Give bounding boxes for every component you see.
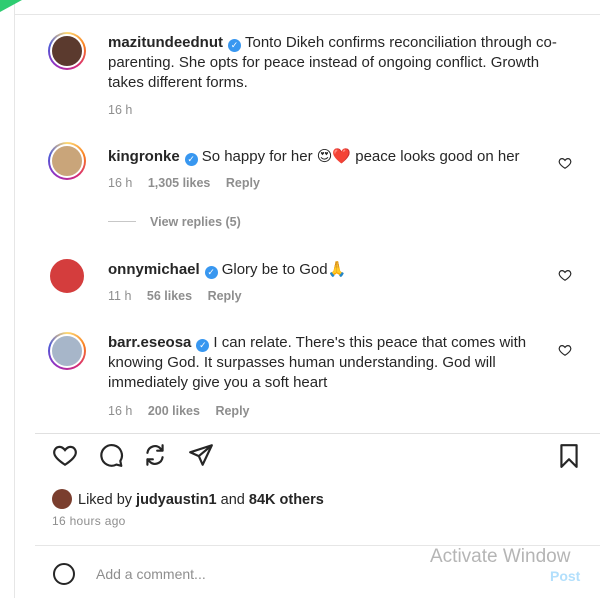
avatar[interactable]	[48, 142, 86, 180]
avatar[interactable]	[48, 257, 86, 295]
emoji-icon[interactable]	[52, 562, 76, 586]
likes-others[interactable]: 84K others	[249, 492, 324, 508]
username[interactable]: mazitundeednut	[108, 34, 223, 51]
comment-likes[interactable]: 200 likes	[148, 404, 200, 418]
panel-top-edge	[14, 0, 600, 15]
comment-meta: 16 h 200 likes Reply	[108, 404, 262, 418]
add-comment-input[interactable]: Add a comment...	[96, 566, 206, 582]
comment-meta: 16 h 1,305 likes Reply	[108, 176, 272, 190]
comment-text: onnymichael ✓ Glory be to God🙏	[108, 260, 558, 280]
likes-summary[interactable]: Liked by judyaustin1 and 84K others	[52, 489, 324, 509]
liker-username[interactable]: judyaustin1	[136, 492, 217, 508]
comment-body: So happy for her 😍❤️ peace looks good on…	[201, 148, 520, 165]
post-timestamp: 16 hours ago	[52, 514, 126, 528]
username[interactable]: barr.eseosa	[108, 334, 191, 351]
verified-badge-icon: ✓	[196, 339, 210, 352]
comment-likes[interactable]: 56 likes	[147, 289, 192, 303]
post-comment-button[interactable]: Post	[550, 568, 580, 584]
heart-icon[interactable]	[558, 343, 572, 357]
view-replies-label: View replies (5)	[150, 215, 241, 229]
heart-icon[interactable]	[52, 442, 78, 468]
reply-button[interactable]: Reply	[215, 404, 249, 418]
actions-divider	[35, 433, 600, 434]
comment-meta: 11 h 56 likes Reply	[108, 289, 254, 303]
comment-time: 11 h	[108, 289, 132, 303]
avatar[interactable]	[48, 32, 86, 70]
reply-button[interactable]: Reply	[226, 176, 260, 190]
activate-windows-watermark: Activate Window	[430, 546, 571, 567]
liked-and: and	[220, 492, 245, 508]
share-icon[interactable]	[142, 442, 168, 468]
view-replies-button[interactable]: View replies (5)	[108, 215, 241, 229]
liked-by-prefix: Liked by	[78, 492, 133, 508]
username[interactable]: onnymichael	[108, 261, 200, 278]
comment-time: 16 h	[108, 404, 133, 418]
comment-time: 16 h	[108, 176, 133, 190]
comment-likes[interactable]: 1,305 likes	[148, 176, 211, 190]
heart-icon[interactable]	[558, 268, 572, 282]
send-icon[interactable]	[188, 442, 214, 468]
verified-badge-icon: ✓	[228, 39, 241, 52]
reply-button[interactable]: Reply	[208, 289, 242, 303]
comment-text: barr.eseosa ✓ I can relate. There's this p…	[108, 333, 558, 393]
comment-text: mazitundeednut ✓ Tonto Dikeh confirms reco…	[108, 33, 558, 93]
liker-avatar[interactable]	[52, 489, 72, 509]
comment-meta: 16 h	[108, 103, 144, 117]
comment-text: kingronke ✓ So happy for her 😍❤️ peace loo…	[108, 147, 558, 167]
verified-badge-icon: ✓	[204, 266, 218, 279]
comment-body: Glory be to God🙏	[221, 261, 347, 278]
corner-accent	[0, 0, 22, 12]
avatar[interactable]	[48, 332, 86, 370]
comment-time: 16 h	[108, 103, 133, 117]
username[interactable]: kingronke	[108, 148, 180, 165]
replies-divider	[108, 221, 136, 222]
verified-badge-icon: ✓	[184, 153, 198, 166]
comment-icon[interactable]	[98, 442, 124, 468]
heart-icon[interactable]	[558, 156, 572, 170]
bookmark-icon[interactable]	[556, 443, 582, 469]
